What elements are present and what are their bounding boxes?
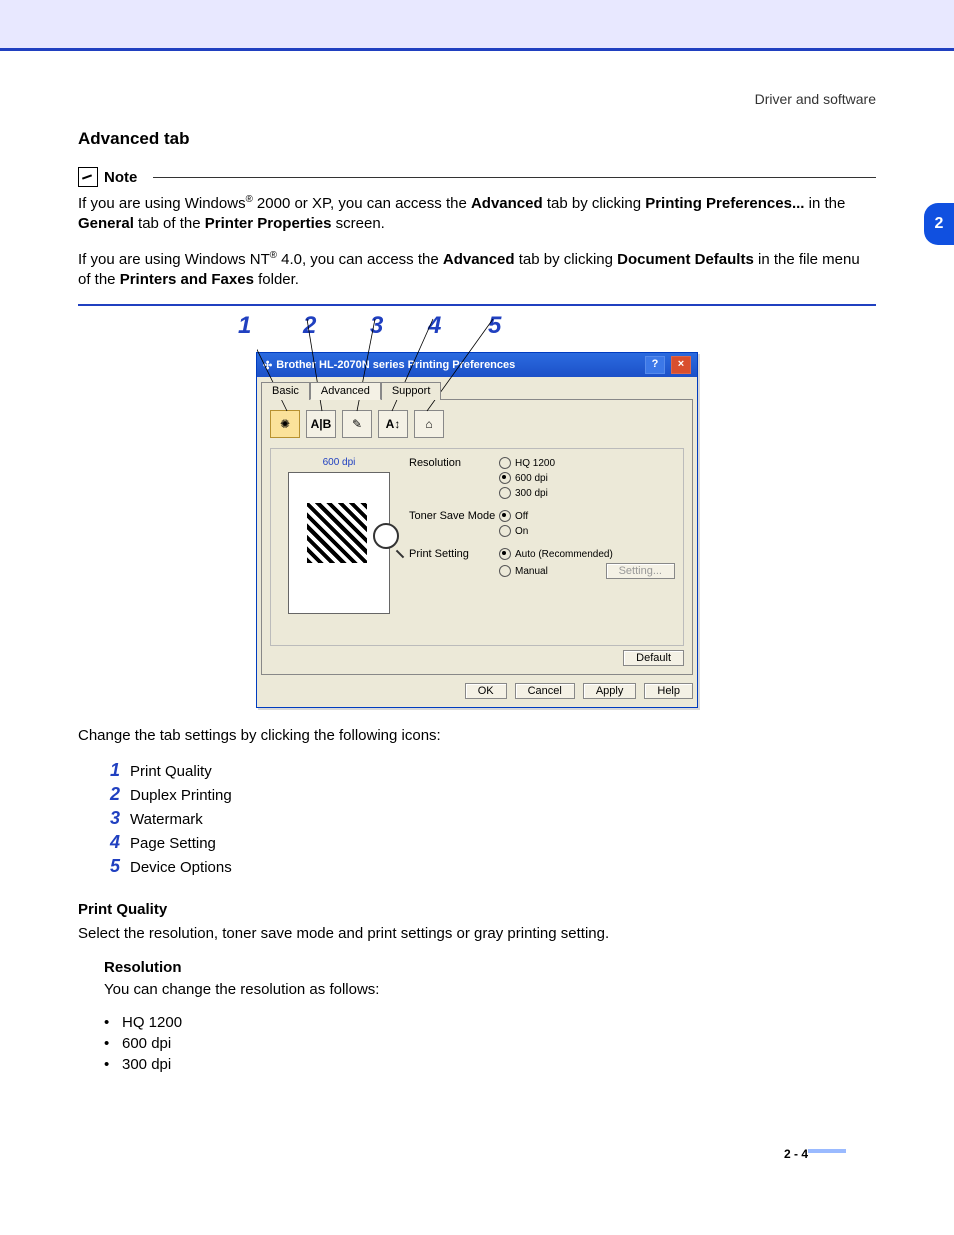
callout-5: 5	[488, 312, 501, 340]
opt-text: 600 dpi	[515, 473, 548, 484]
resolution-label: Resolution	[409, 457, 499, 502]
list-num: 4	[102, 832, 120, 853]
separator	[78, 304, 876, 306]
toolbar: ✺ A|B ✎ A↕ ⌂	[270, 408, 684, 448]
tabstrip: Basic Advanced Support	[257, 377, 697, 399]
preview-pane: 600 dpi	[279, 457, 399, 637]
opt-text: On	[515, 526, 528, 537]
device-options-icon[interactable]: ⌂	[414, 410, 444, 438]
icon-list: 1 Print Quality 2 Duplex Printing 3 Waterma…	[102, 760, 876, 877]
tab-panel: ✺ A|B ✎ A↕ ⌂ 600 dpi Resolut	[261, 399, 693, 675]
list-num: 2	[102, 784, 120, 805]
section-title: Advanced tab	[78, 129, 876, 149]
note-header: Note	[78, 167, 876, 187]
icons-intro: Change the tab settings by clicking the …	[78, 726, 876, 746]
list-item: Page Setting	[130, 835, 216, 852]
footer-accent	[808, 1149, 846, 1153]
resolution-list: HQ 1200 600 dpi 300 dpi	[104, 1014, 876, 1073]
note-icon	[78, 167, 98, 187]
chapter-tab: 2	[924, 203, 954, 245]
opt-text: Auto (Recommended)	[515, 549, 613, 560]
tab-advanced[interactable]: Advanced	[310, 382, 381, 400]
print-quality-heading: Print Quality	[78, 901, 876, 918]
dialog-window: ✣ Brother HL-2070N series Printing Prefe…	[256, 352, 698, 708]
list-item: Duplex Printing	[130, 787, 232, 804]
page-top-strip	[0, 0, 954, 51]
list-item: Watermark	[130, 811, 203, 828]
callout-1: 1	[238, 312, 251, 340]
page-number: 2 - 4	[784, 1147, 808, 1161]
magnifier-icon	[373, 523, 399, 549]
print-quality-desc: Select the resolution, toner save mode a…	[78, 924, 876, 944]
bullet-item: HQ 1200	[104, 1014, 876, 1031]
note-label: Note	[104, 169, 137, 186]
settings-column: Resolution HQ 1200 600 dpi 300 dpi Toner…	[409, 457, 675, 637]
radio-ps-auto[interactable]	[499, 548, 511, 560]
opt-text: Off	[515, 511, 528, 522]
radio-toner-on[interactable]	[499, 525, 511, 537]
list-num: 5	[102, 856, 120, 877]
help-button[interactable]: Help	[644, 683, 693, 699]
toner-label: Toner Save Mode	[409, 510, 499, 540]
apply-button[interactable]: Apply	[583, 683, 637, 699]
page-setting-icon[interactable]: A↕	[378, 410, 408, 438]
dialog-buttons: OK Cancel Apply Help	[257, 675, 697, 707]
list-num: 1	[102, 760, 120, 781]
titlebar: ✣ Brother HL-2070N series Printing Prefe…	[257, 353, 697, 377]
radio-toner-off[interactable]	[499, 510, 511, 522]
preview-image	[288, 472, 390, 614]
tab-support[interactable]: Support	[381, 382, 442, 400]
setting-button[interactable]: Setting...	[606, 563, 675, 579]
radio-600dpi[interactable]	[499, 472, 511, 484]
bullet-item: 300 dpi	[104, 1056, 876, 1073]
default-button[interactable]: Default	[623, 650, 684, 666]
resolution-heading: Resolution	[104, 959, 876, 976]
cancel-button[interactable]: Cancel	[515, 683, 575, 699]
tab-basic[interactable]: Basic	[261, 382, 310, 400]
callout-4: 4	[428, 312, 441, 340]
breadcrumb: Driver and software	[78, 91, 876, 107]
opt-text: Manual	[515, 566, 548, 577]
printsetting-label: Print Setting	[409, 548, 499, 582]
callout-3: 3	[370, 312, 383, 340]
list-item: Device Options	[130, 859, 232, 876]
watermark-icon[interactable]: ✎	[342, 410, 372, 438]
close-titlebutton[interactable]: ×	[671, 356, 691, 374]
bullet-item: 600 dpi	[104, 1035, 876, 1052]
note-paragraph-1: If you are using Windows® 2000 or XP, yo…	[78, 193, 876, 235]
note-paragraph-2: If you are using Windows NT® 4.0, you ca…	[78, 249, 876, 291]
print-quality-icon[interactable]: ✺	[270, 410, 300, 438]
radio-300dpi[interactable]	[499, 487, 511, 499]
titlebar-icon: ✣	[263, 359, 272, 372]
ok-button[interactable]: OK	[465, 683, 507, 699]
list-num: 3	[102, 808, 120, 829]
settings-group: 600 dpi Resolution HQ 1200 600 dpi 300 d…	[270, 448, 684, 646]
help-titlebutton[interactable]: ?	[645, 356, 665, 374]
callout-row: 1 2 3 4 5	[78, 312, 876, 352]
note-rule	[153, 177, 876, 178]
opt-text: 300 dpi	[515, 488, 548, 499]
radio-hq1200[interactable]	[499, 457, 511, 469]
resolution-desc: You can change the resolution as follows…	[104, 980, 876, 1000]
radio-ps-manual[interactable]	[499, 565, 511, 577]
window-title: Brother HL-2070N series Printing Prefere…	[276, 359, 515, 371]
page-footer: 2 - 4	[0, 1097, 954, 1181]
duplex-icon[interactable]: A|B	[306, 410, 336, 438]
list-item: Print Quality	[130, 763, 212, 780]
preview-label: 600 dpi	[279, 457, 399, 468]
opt-text: HQ 1200	[515, 458, 555, 469]
callout-2: 2	[303, 312, 316, 340]
